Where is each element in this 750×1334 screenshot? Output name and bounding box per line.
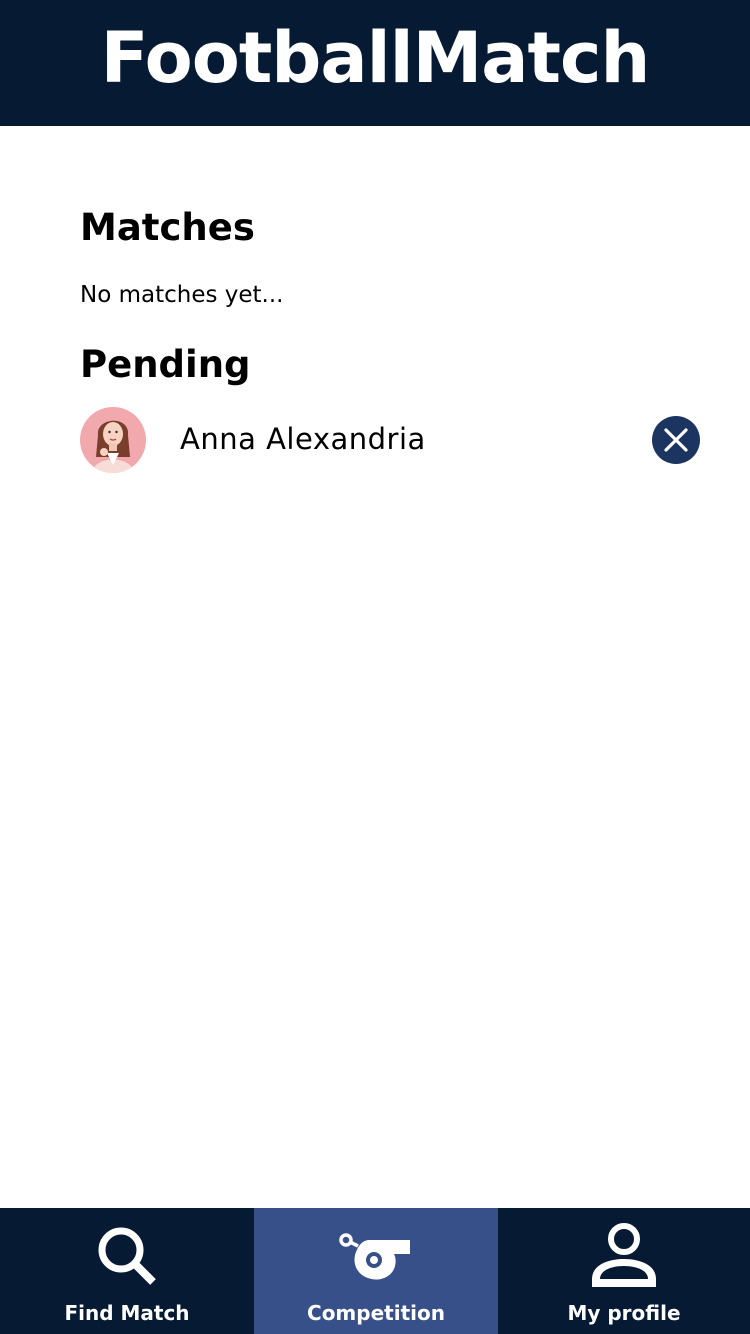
close-icon — [664, 428, 688, 452]
app-header: FootballMatch — [0, 0, 750, 126]
app-screen: FootballMatch Matches No matches yet... … — [0, 0, 750, 1334]
nav-my-profile-label: My profile — [567, 1301, 681, 1325]
avatar — [80, 407, 146, 473]
bottom-nav: Find Match Competition My profile — [0, 1208, 750, 1334]
pending-player-name: Anna Alexandria — [180, 422, 426, 456]
remove-pending-button[interactable] — [652, 416, 700, 464]
pending-list-item: Anna Alexandria — [80, 407, 700, 473]
pending-heading: Pending — [80, 343, 251, 386]
matches-empty-text: No matches yet... — [80, 282, 284, 308]
search-icon — [98, 1227, 156, 1285]
avatar-photo — [80, 407, 146, 473]
nav-competition[interactable]: Competition — [254, 1208, 498, 1334]
nav-competition-label: Competition — [307, 1301, 445, 1325]
nav-my-profile[interactable]: My profile — [498, 1208, 750, 1334]
nav-find-match[interactable]: Find Match — [0, 1208, 254, 1334]
nav-find-match-label: Find Match — [64, 1301, 190, 1325]
user-icon — [592, 1223, 656, 1287]
app-title: FootballMatch — [100, 17, 651, 99]
matches-heading: Matches — [80, 206, 255, 249]
whistle-icon — [339, 1233, 410, 1280]
